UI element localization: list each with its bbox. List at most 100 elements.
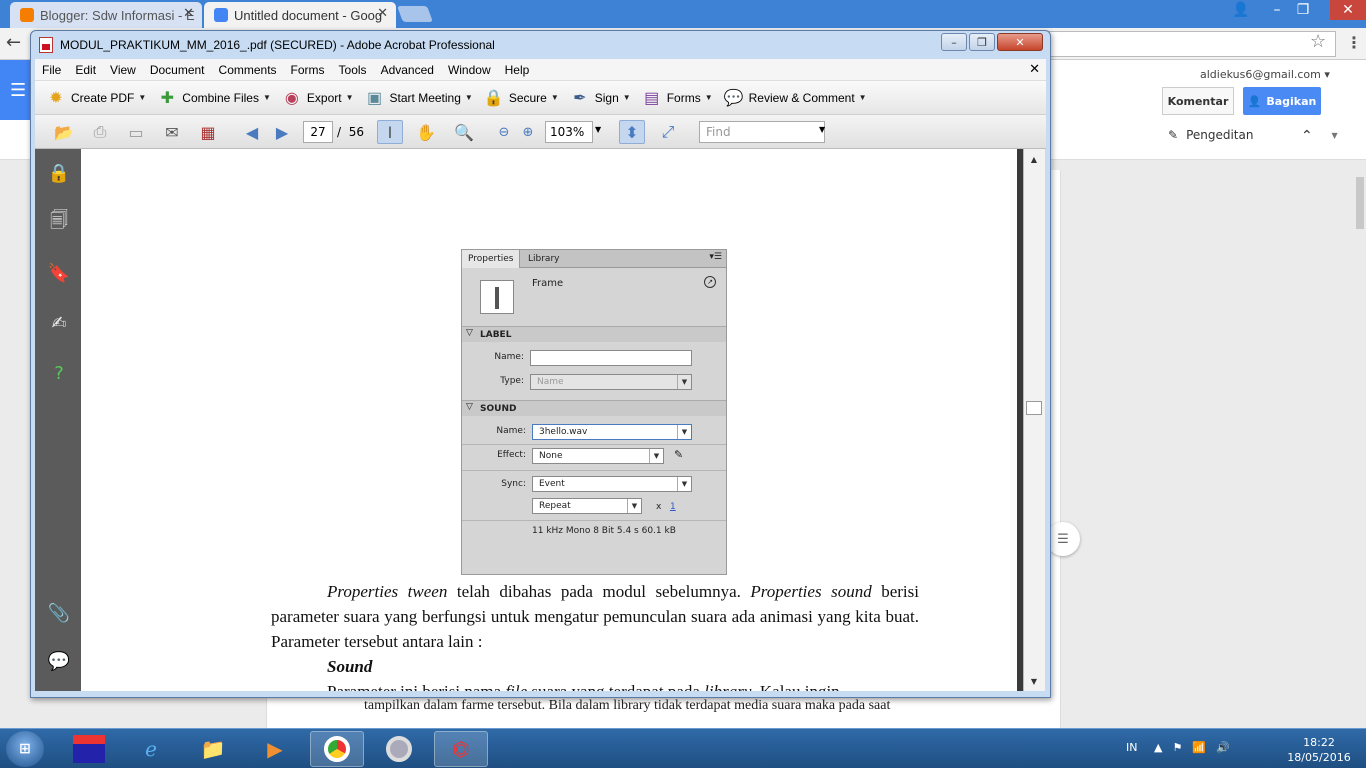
scroll-thumb[interactable]: [1026, 401, 1042, 415]
comments-button[interactable]: Komentar: [1162, 87, 1234, 115]
menu-file[interactable]: File: [35, 63, 68, 77]
bookmark-star-icon[interactable]: ☆: [1310, 31, 1326, 52]
menu-view[interactable]: View: [103, 63, 143, 77]
network-icon[interactable]: 📶: [1192, 741, 1206, 754]
chrome-tab-bar: Blogger: Sdw Informasi - E ✕ Untitled do…: [0, 0, 1366, 28]
share-button[interactable]: 👤 Bagikan: [1243, 87, 1321, 115]
zoom-field[interactable]: 103%: [545, 121, 593, 143]
chevron-down-icon: ▼: [677, 425, 691, 439]
acrobat-minimize-button[interactable]: –: [941, 33, 967, 51]
menu-forms[interactable]: Forms: [284, 63, 332, 77]
select-tool-icon[interactable]: I: [377, 120, 403, 144]
start-button[interactable]: ⊞: [6, 731, 44, 767]
chevron-down-icon: ▼: [704, 93, 713, 102]
account-email[interactable]: aldiekus6@gmail.com ▾: [1200, 68, 1330, 81]
user-icon[interactable]: 👤: [1226, 0, 1256, 20]
internet-explorer-icon[interactable]: ℯ: [124, 731, 178, 767]
chevron-down-icon[interactable]: ▼: [819, 125, 825, 134]
hand-tool-icon[interactable]: ✋: [413, 120, 439, 144]
clock[interactable]: 18:22 18/05/2016: [1286, 735, 1352, 765]
browser-review-icon[interactable]: ▦: [195, 120, 221, 144]
maximize-button[interactable]: ❐: [1288, 0, 1318, 20]
combine-files-button[interactable]: ✚ Combine Files ▼: [156, 87, 271, 109]
secure-button[interactable]: 🔒 Secure ▼: [483, 87, 559, 109]
close-tab-icon[interactable]: ✕: [377, 6, 388, 21]
find-input[interactable]: Find: [699, 121, 825, 143]
close-button[interactable]: ✕: [1330, 0, 1366, 20]
review-comment-button[interactable]: 💬 Review & Comment ▼: [723, 87, 867, 109]
frame-thumbnail-icon: [480, 280, 514, 314]
file-explorer-icon[interactable]: 📁: [186, 731, 240, 767]
previous-page-icon[interactable]: ◀: [239, 120, 265, 144]
show-hidden-icons-icon[interactable]: ▲: [1154, 741, 1162, 754]
chrome-taskbar-icon[interactable]: [310, 731, 364, 767]
acrobat-menubar: File Edit View Document Comments Forms T…: [35, 59, 1046, 81]
attachments-icon[interactable]: 📎: [47, 601, 71, 625]
chevron-down-icon[interactable]: ▼: [595, 125, 601, 134]
chrome-menu-icon[interactable]: ⋮: [1346, 33, 1362, 52]
pdf-file-icon: [39, 37, 53, 53]
print-icon[interactable]: ⎙: [87, 120, 113, 144]
tab-google-docs[interactable]: Untitled document - Goog ✕: [204, 2, 396, 28]
bookmarks-icon[interactable]: 🔖: [47, 261, 71, 285]
menu-document[interactable]: Document: [143, 63, 212, 77]
start-meeting-button[interactable]: ▣ Start Meeting ▼: [364, 87, 473, 109]
create-pdf-button[interactable]: ✹ Create PDF ▼: [45, 87, 146, 109]
next-page-icon[interactable]: ▶: [269, 120, 295, 144]
zoom-in-icon[interactable]: ⊕: [515, 120, 541, 144]
scroll-up-icon[interactable]: ▲: [1024, 151, 1044, 167]
open-folder-icon[interactable]: 📂: [51, 120, 77, 144]
pdf-page[interactable]: Properties Library ▾☰ Frame ↗ LABEL Name…: [81, 149, 1023, 691]
signatures-icon[interactable]: ✍: [47, 311, 71, 335]
save-icon[interactable]: ▭: [123, 120, 149, 144]
back-arrow-icon[interactable]: ←: [6, 32, 21, 53]
menu-edit[interactable]: Edit: [68, 63, 103, 77]
comments-icon[interactable]: 💬: [47, 649, 71, 673]
security-lock-icon[interactable]: 🔒: [47, 161, 71, 185]
chevron-down-icon: ▼: [677, 477, 691, 491]
page-number-field[interactable]: 27: [303, 121, 333, 143]
sign-button[interactable]: ✒ Sign ▼: [569, 87, 631, 109]
collapse-menu-icon[interactable]: ⌃: [1301, 128, 1313, 144]
close-document-icon[interactable]: ✕: [1029, 62, 1040, 77]
media-player-icon[interactable]: ▶: [248, 731, 302, 767]
input-language[interactable]: IN: [1126, 741, 1137, 754]
address-bar[interactable]: [1040, 31, 1336, 57]
menu-help[interactable]: Help: [498, 63, 537, 77]
email-icon[interactable]: ✉: [159, 120, 185, 144]
menu-window[interactable]: Window: [441, 63, 498, 77]
fit-page-icon[interactable]: ⤢: [655, 120, 681, 144]
acrobat-close-button[interactable]: ✕: [997, 33, 1043, 51]
docs-menu-icon[interactable]: ☰: [10, 80, 26, 101]
docs-scrollbar[interactable]: [1356, 177, 1364, 229]
tab-blogger[interactable]: Blogger: Sdw Informasi - E ✕: [10, 2, 202, 28]
scroll-down-icon[interactable]: ▼: [1024, 673, 1044, 689]
label-section: LABEL: [462, 326, 726, 342]
new-tab-button[interactable]: [397, 6, 433, 22]
add-comment-icon[interactable]: ☰: [1046, 522, 1080, 556]
zoom-out-icon[interactable]: ⊖: [491, 120, 517, 144]
close-tab-icon[interactable]: ✕: [183, 6, 194, 21]
menu-advanced[interactable]: Advanced: [374, 63, 441, 77]
acrobat-maximize-button[interactable]: ❐: [969, 33, 995, 51]
flag-icon[interactable]: ⚑: [1172, 741, 1182, 754]
menu-comments[interactable]: Comments: [212, 63, 284, 77]
export-button[interactable]: ◉ Export ▼: [281, 87, 354, 109]
forms-button[interactable]: ▤ Forms ▼: [641, 87, 713, 109]
lock-icon: 🔒: [483, 89, 504, 107]
chrome-secondary-icon[interactable]: [372, 731, 426, 767]
volume-icon[interactable]: 🔊: [1216, 741, 1230, 754]
docs-icon: [214, 8, 228, 22]
pages-icon[interactable]: 🗐: [47, 210, 71, 235]
tasks-toolbar: ✹ Create PDF ▼ ✚ Combine Files ▼ ◉ Export ▼ ▣ S…: [35, 81, 1046, 115]
acrobat-titlebar[interactable]: MODUL_PRAKTIKUM_MM_2016_.pdf (SECURED) -…: [31, 31, 1050, 59]
pdf-vertical-scrollbar[interactable]: ▲ ▼: [1023, 149, 1045, 691]
zoom-tool-icon[interactable]: 🔍: [451, 120, 477, 144]
app-flag-icon[interactable]: [62, 731, 116, 767]
help-icon[interactable]: ?: [47, 361, 71, 385]
text-run: suara yang terdapat pada: [527, 682, 704, 691]
acrobat-taskbar-icon[interactable]: ⏣: [434, 731, 488, 767]
fit-width-icon[interactable]: ⬍: [619, 120, 645, 144]
italic-term: Properties tween: [327, 582, 448, 601]
menu-tools[interactable]: Tools: [332, 63, 374, 77]
